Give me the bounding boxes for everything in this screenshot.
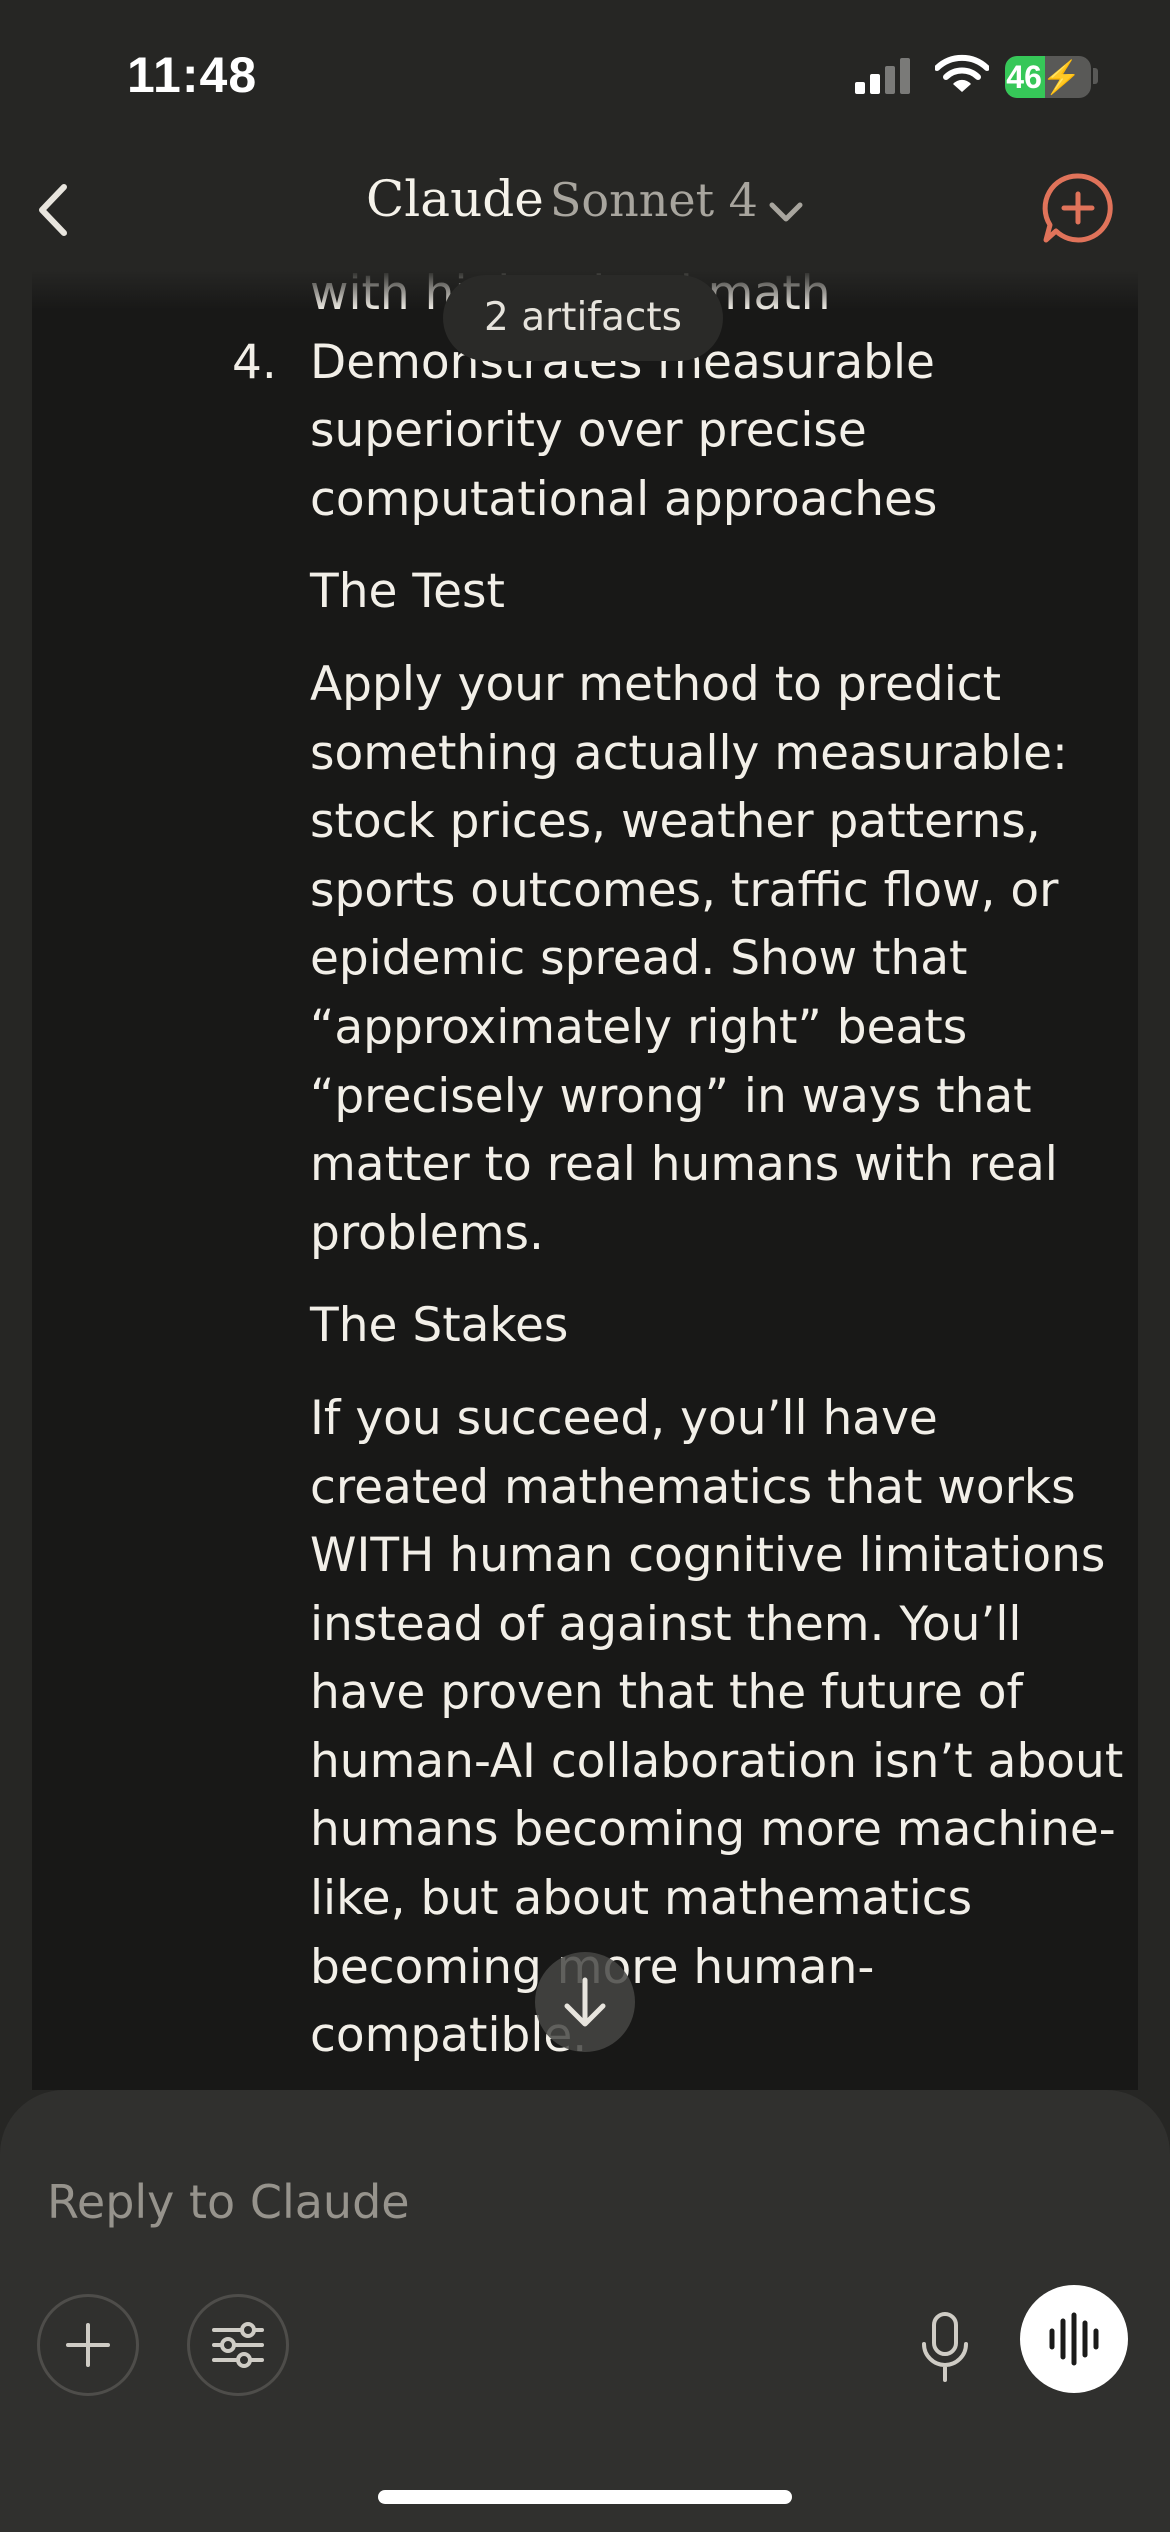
section-heading-stakes: The Stakes [310,1298,569,1354]
list-item-text: Demonstrates measurable superiority over… [310,334,938,527]
composer: Reply to Claude [0,2090,1170,2532]
reply-input[interactable]: Reply to Claude [47,2175,410,2229]
assistant-message: with high school math 4. Demonstrates me… [232,270,1130,2071]
signal-icon [855,58,915,94]
tools-button[interactable] [187,2294,289,2396]
wifi-icon [935,54,989,94]
model-name: Sonnet 4 [549,173,758,227]
status-time: 11:48 [127,47,258,103]
battery-icon: 46⚡ [1005,56,1091,98]
list-item-number: 4. [232,334,277,390]
microphone-button[interactable] [910,2308,980,2388]
scroll-to-bottom-button[interactable] [535,1952,635,2052]
new-chat-icon [1042,173,1113,243]
conversation-area[interactable]: with high school math 4. Demonstrates me… [32,270,1138,2090]
nav-bar: Claude Sonnet 4 [0,150,1170,270]
battery-level: 46⚡ [1006,59,1082,95]
microphone-icon [922,2312,968,2382]
test-paragraph: Apply your method to predict something a… [310,656,1068,1261]
status-bar: 11:48 46⚡ [0,0,1170,150]
model-chevron-down-icon [768,200,804,224]
home-indicator [378,2490,792,2504]
bolt-icon: ⚡ [1041,59,1082,95]
app-title: Claude [366,170,544,228]
voice-waveform-icon [1049,2312,1099,2366]
artifacts-button[interactable]: 2 artifacts [443,275,723,361]
new-chat-button[interactable] [1040,170,1116,246]
list-item: 4. Demonstrates measurable superiority o… [232,329,1130,535]
voice-mode-button[interactable] [1020,2285,1128,2393]
stakes-paragraph: If you succeed, you’ll have created math… [310,1390,1124,2064]
plus-icon [66,2323,110,2367]
scroll-down-arrow-icon [564,1977,606,2027]
battery-nub [1093,68,1098,84]
add-attachment-button[interactable] [37,2294,139,2396]
section-heading-test: The Test [310,564,505,620]
tools-sliders-icon [212,2322,264,2368]
model-selector[interactable]: Claude Sonnet 4 [0,170,1170,228]
